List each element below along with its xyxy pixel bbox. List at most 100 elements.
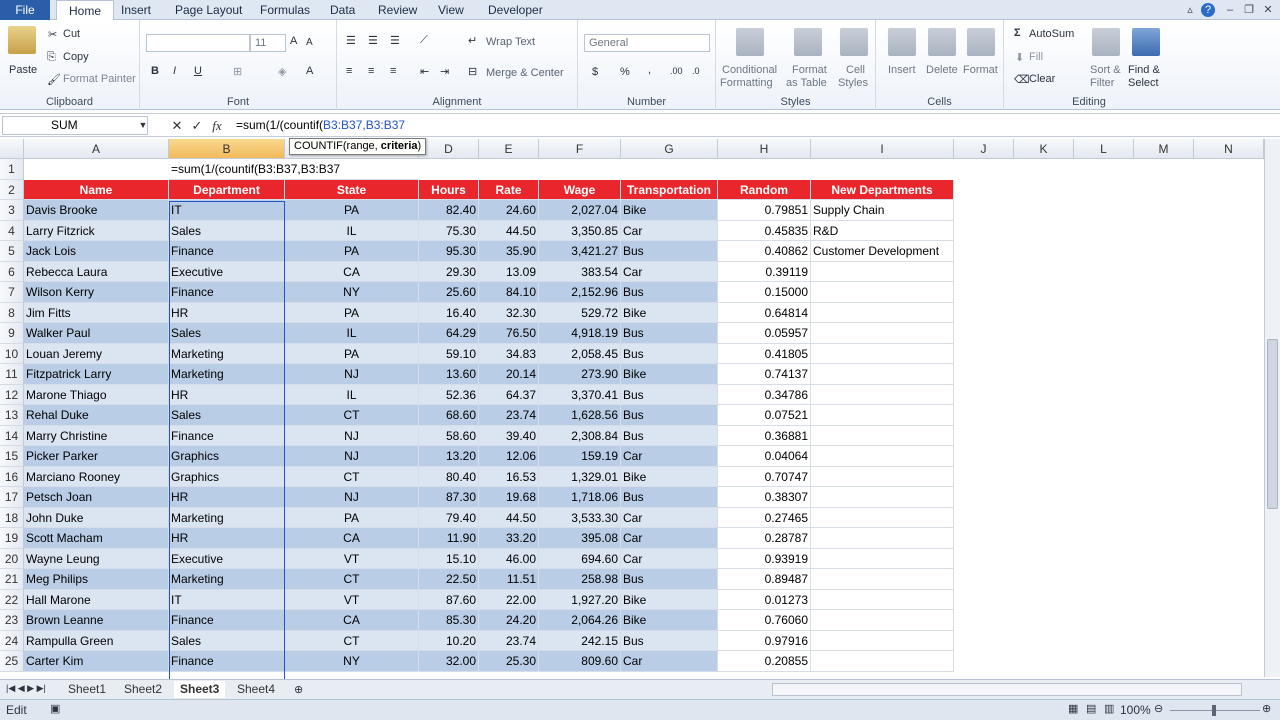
align-right-icon[interactable]: ≡: [390, 65, 396, 77]
table-cell[interactable]: Wilson Kerry: [24, 282, 169, 303]
find-select-icon[interactable]: [1132, 28, 1160, 56]
table-cell[interactable]: 0.39119: [718, 261, 811, 282]
table-cell[interactable]: [811, 589, 954, 610]
table-cell[interactable]: [811, 630, 954, 651]
table-cell[interactable]: Sales: [169, 630, 285, 651]
table-cell[interactable]: [811, 610, 954, 631]
table-cell[interactable]: [811, 446, 954, 467]
delete-cells-button[interactable]: Delete: [926, 64, 958, 76]
table-cell[interactable]: CT: [285, 466, 419, 487]
table-cell[interactable]: Carter Kim: [24, 651, 169, 672]
column-header-g[interactable]: G: [621, 139, 718, 159]
row-header[interactable]: 6: [0, 261, 24, 282]
format-painter-icon[interactable]: 🖌: [47, 73, 61, 86]
table-cell[interactable]: 34.83: [479, 343, 539, 364]
row-header[interactable]: 13: [0, 405, 24, 426]
table-header-cell[interactable]: New Departments: [811, 179, 954, 200]
clear-icon[interactable]: ⌫: [1014, 73, 1030, 86]
horizontal-scrollbar[interactable]: [772, 683, 1242, 696]
table-cell[interactable]: 0.36881: [718, 425, 811, 446]
zoom-in-icon[interactable]: ⊕: [1262, 702, 1271, 715]
table-cell[interactable]: HR: [169, 384, 285, 405]
table-cell[interactable]: 2,027.04: [539, 200, 621, 221]
table-cell[interactable]: 75.30: [419, 220, 479, 241]
name-box-dropdown-icon[interactable]: ▼: [134, 116, 152, 135]
decrease-decimal-icon[interactable]: .0: [692, 66, 700, 76]
row-header[interactable]: 11: [0, 364, 24, 385]
table-cell[interactable]: 64.29: [419, 323, 479, 344]
tab-home[interactable]: Home: [56, 0, 115, 21]
table-cell[interactable]: Rehal Duke: [24, 405, 169, 426]
table-cell[interactable]: 24.20: [479, 610, 539, 631]
table-cell[interactable]: 0.01273: [718, 589, 811, 610]
table-cell[interactable]: 15.10: [419, 548, 479, 569]
table-cell[interactable]: [811, 384, 954, 405]
row-header[interactable]: 14: [0, 425, 24, 446]
table-cell[interactable]: 35.90: [479, 241, 539, 262]
row-header[interactable]: 8: [0, 302, 24, 323]
table-cell[interactable]: Car: [621, 261, 718, 282]
table-cell[interactable]: 13.60: [419, 364, 479, 385]
macro-record-icon[interactable]: ▣: [50, 702, 60, 715]
table-cell[interactable]: Scott Macham: [24, 528, 169, 549]
table-cell[interactable]: Sales: [169, 220, 285, 241]
table-cell[interactable]: [811, 528, 954, 549]
table-cell[interactable]: 159.19: [539, 446, 621, 467]
table-cell[interactable]: [811, 487, 954, 508]
grow-font-icon[interactable]: A: [290, 35, 297, 47]
table-cell[interactable]: 95.30: [419, 241, 479, 262]
table-cell[interactable]: HR: [169, 302, 285, 323]
autosum-icon[interactable]: Σ: [1014, 27, 1021, 39]
table-cell[interactable]: [811, 507, 954, 528]
sheet-tab-sheet1[interactable]: Sheet1: [62, 681, 112, 698]
format-as-table-label[interactable]: Format: [792, 64, 827, 76]
table-cell[interactable]: NJ: [285, 425, 419, 446]
table-cell[interactable]: [811, 282, 954, 303]
table-cell[interactable]: CT: [285, 569, 419, 590]
table-cell[interactable]: Car: [621, 651, 718, 672]
table-cell[interactable]: Rampulla Green: [24, 630, 169, 651]
row-header[interactable]: 5: [0, 241, 24, 262]
row-header[interactable]: 24: [0, 630, 24, 651]
table-cell[interactable]: 58.60: [419, 425, 479, 446]
table-cell[interactable]: PA: [285, 200, 419, 221]
table-cell[interactable]: CT: [285, 405, 419, 426]
tab-developer[interactable]: Developer: [488, 0, 543, 20]
table-cell[interactable]: Marciano Rooney: [24, 466, 169, 487]
table-cell[interactable]: [811, 425, 954, 446]
table-cell[interactable]: 0.27465: [718, 507, 811, 528]
row-header[interactable]: 4: [0, 220, 24, 241]
table-cell[interactable]: Car: [621, 507, 718, 528]
column-header-l[interactable]: L: [1074, 139, 1134, 159]
table-cell[interactable]: Bus: [621, 323, 718, 344]
underline-button[interactable]: U: [194, 65, 202, 77]
table-cell[interactable]: 1,927.20: [539, 589, 621, 610]
table-cell[interactable]: 3,370.41: [539, 384, 621, 405]
cut-icon[interactable]: ✂: [48, 28, 57, 41]
table-cell[interactable]: Marketing: [169, 507, 285, 528]
tab-formulas[interactable]: Formulas: [260, 0, 310, 20]
table-cell[interactable]: Finance: [169, 651, 285, 672]
table-cell[interactable]: PA: [285, 507, 419, 528]
copy-icon[interactable]: ⎘: [47, 51, 56, 64]
table-cell[interactable]: Rebecca Laura: [24, 261, 169, 282]
table-cell[interactable]: Marry Christine: [24, 425, 169, 446]
table-cell[interactable]: Bus: [621, 241, 718, 262]
table-cell[interactable]: 76.50: [479, 323, 539, 344]
currency-button[interactable]: $: [592, 66, 598, 78]
page-layout-view-icon[interactable]: ▤: [1086, 702, 1096, 715]
table-cell[interactable]: IT: [169, 200, 285, 221]
table-cell[interactable]: Brown Leanne: [24, 610, 169, 631]
column-header-k[interactable]: K: [1014, 139, 1074, 159]
number-format-combo[interactable]: General: [584, 34, 710, 52]
table-cell[interactable]: Walker Paul: [24, 323, 169, 344]
font-name-combo[interactable]: [146, 34, 250, 52]
table-cell[interactable]: Bus: [621, 343, 718, 364]
table-cell[interactable]: NJ: [285, 487, 419, 508]
table-cell[interactable]: 258.98: [539, 569, 621, 590]
table-cell[interactable]: [811, 548, 954, 569]
minimize-icon[interactable]: –: [1223, 3, 1237, 17]
font-color-icon[interactable]: A: [306, 65, 313, 77]
table-cell[interactable]: 10.20: [419, 630, 479, 651]
table-cell[interactable]: 529.72: [539, 302, 621, 323]
